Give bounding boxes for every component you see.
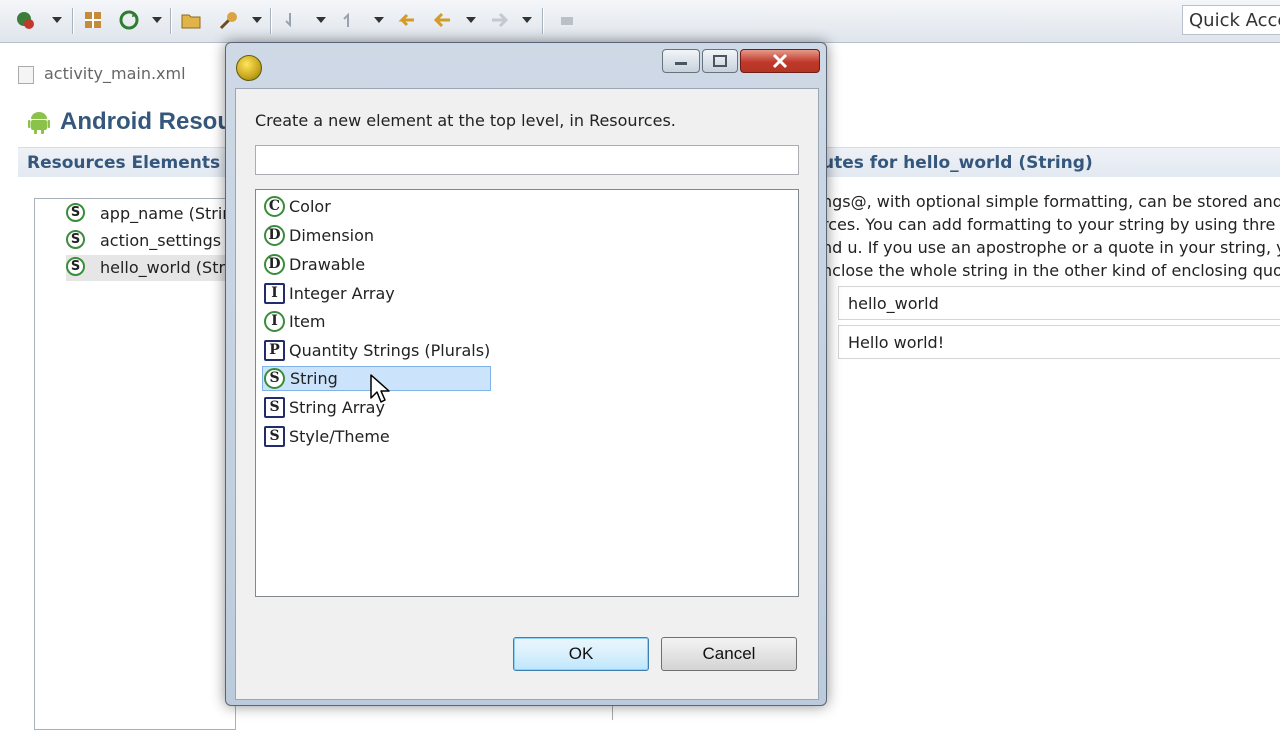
- filter-input[interactable]: [255, 145, 799, 175]
- refresh-icon[interactable]: [118, 9, 140, 31]
- next-annotation-dropdown[interactable]: [316, 17, 326, 23]
- back-icon[interactable]: [432, 9, 454, 31]
- description-line: nclose the whole string in the other kin…: [822, 261, 1280, 280]
- maximize-button[interactable]: [702, 49, 738, 73]
- option-label: String: [290, 369, 338, 388]
- forward-icon[interactable]: [488, 9, 510, 31]
- forward-dropdown-arrow[interactable]: [522, 17, 532, 23]
- dimension-type-icon: D: [264, 225, 285, 246]
- toolbar-separator: [542, 8, 543, 34]
- attributes-header: utes for hello_world (String): [818, 147, 1280, 177]
- refresh-dropdown-arrow[interactable]: [152, 17, 162, 23]
- name-field[interactable]: hello_world: [838, 286, 1280, 320]
- resource-item-app-name[interactable]: S app_name (Strin: [66, 201, 232, 227]
- xml-file-icon: [18, 66, 34, 84]
- string-type-icon: S: [264, 368, 285, 389]
- dialog-titlebar[interactable]: [226, 43, 826, 87]
- option-color[interactable]: C Color: [262, 194, 331, 219]
- description-line: ngs@, with optional simple formatting, c…: [822, 192, 1280, 211]
- cancel-button[interactable]: Cancel: [661, 637, 797, 671]
- value-field[interactable]: Hello world!: [838, 325, 1280, 359]
- editor-tab-activity-main[interactable]: activity_main.xml: [16, 60, 186, 88]
- editor-tab-label: activity_main.xml: [44, 64, 186, 83]
- open-folder-icon[interactable]: [180, 9, 202, 31]
- option-integer-array[interactable]: I Integer Array: [262, 281, 395, 306]
- option-style-theme[interactable]: S Style/Theme: [262, 424, 390, 449]
- eclipse-logo-icon: [236, 55, 262, 81]
- toolbar-separator: [170, 8, 171, 34]
- item-type-icon: I: [264, 311, 285, 332]
- option-label: Quantity Strings (Plurals): [289, 341, 491, 360]
- page-title-text: Android Resou: [60, 108, 232, 135]
- option-quantity-strings[interactable]: P Quantity Strings (Plurals): [262, 338, 490, 363]
- resource-item-action-settings[interactable]: S action_settings: [66, 228, 221, 254]
- prev-annotation-icon[interactable]: [340, 9, 362, 31]
- resource-item-hello-world[interactable]: S hello_world (Str: [66, 255, 226, 281]
- new-element-dialog: Create a new element at the top level, i…: [225, 42, 827, 706]
- debug-dropdown-arrow[interactable]: [52, 17, 62, 23]
- option-label: Drawable: [289, 255, 366, 274]
- option-string-array[interactable]: S String Array: [262, 395, 385, 420]
- back-dropdown-arrow[interactable]: [466, 17, 476, 23]
- ok-button[interactable]: OK: [513, 637, 649, 671]
- next-annotation-icon[interactable]: [282, 9, 304, 31]
- resource-item-label: app_name (Strin: [100, 204, 233, 223]
- dialog-prompt: Create a new element at the top level, i…: [255, 111, 676, 130]
- option-label: Integer Array: [289, 284, 395, 303]
- close-button[interactable]: [740, 49, 820, 73]
- main-toolbar: Quick Acce: [0, 0, 1280, 43]
- mouse-pointer-icon: [370, 374, 390, 403]
- page-title: Android Resou: [28, 106, 232, 138]
- resources-elements-header: Resources Elements: [18, 147, 226, 177]
- minimize-icon: [675, 62, 687, 65]
- option-label: Color: [289, 197, 331, 216]
- option-label: Item: [289, 312, 326, 331]
- description-line: rces. You can add formatting to your str…: [822, 215, 1276, 234]
- attributes-description: ngs@, with optional simple formatting, c…: [822, 190, 1280, 282]
- option-label: Dimension: [289, 226, 375, 245]
- android-icon: [28, 112, 50, 134]
- string-resource-icon: S: [66, 257, 85, 276]
- drawable-type-icon: D: [264, 254, 285, 275]
- toolbar-separator: [72, 8, 73, 34]
- toolbar-separator: [270, 8, 271, 34]
- maximize-icon: [713, 55, 727, 67]
- debug-icon[interactable]: [14, 9, 36, 31]
- build-icon[interactable]: [82, 9, 104, 31]
- string-resource-icon: S: [66, 230, 85, 249]
- integer-array-type-icon: I: [264, 283, 285, 304]
- close-icon: [772, 53, 788, 69]
- resource-item-label: hello_world (Str: [100, 258, 226, 277]
- last-edit-icon[interactable]: [396, 9, 418, 31]
- search-dropdown-arrow[interactable]: [252, 17, 262, 23]
- color-type-icon: C: [264, 196, 285, 217]
- pin-editor-icon[interactable]: [556, 9, 578, 31]
- string-array-type-icon: S: [264, 397, 285, 418]
- element-type-list[interactable]: C Color D Dimension D Drawable I Integer…: [255, 189, 799, 597]
- option-drawable[interactable]: D Drawable: [262, 252, 365, 277]
- dialog-body: Create a new element at the top level, i…: [235, 88, 819, 700]
- style-type-icon: S: [264, 426, 285, 447]
- prev-annotation-dropdown[interactable]: [374, 17, 384, 23]
- minimize-button[interactable]: [662, 49, 700, 73]
- plurals-type-icon: P: [264, 340, 285, 361]
- quick-access-field[interactable]: Quick Acce: [1182, 5, 1280, 35]
- string-resource-icon: S: [66, 203, 85, 222]
- option-label: Style/Theme: [289, 427, 390, 446]
- search-tool-icon[interactable]: [218, 9, 240, 31]
- resource-item-label: action_settings: [100, 231, 222, 250]
- option-item[interactable]: I Item: [262, 309, 325, 334]
- description-line: nd u. If you use an apostrophe or a quot…: [822, 238, 1280, 257]
- option-dimension[interactable]: D Dimension: [262, 223, 374, 248]
